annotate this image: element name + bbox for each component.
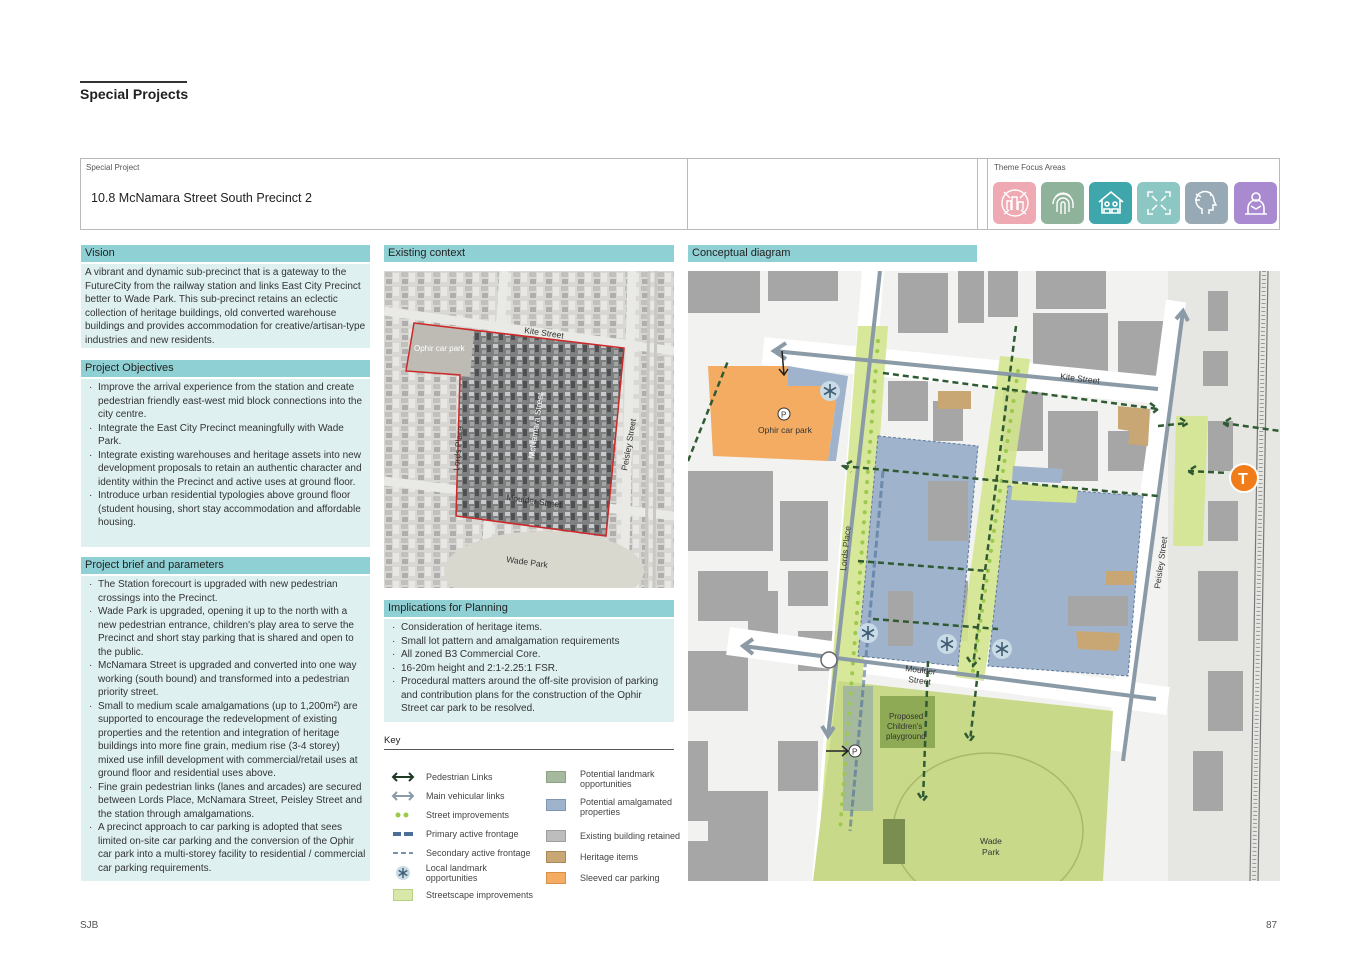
header-divider xyxy=(977,158,978,230)
existing-building-swatch xyxy=(546,829,566,842)
objective-item: Improve the arrival experience from the … xyxy=(85,381,366,422)
key-item: Potential landmark opportunities xyxy=(546,769,686,797)
page-title: Special Projects xyxy=(80,86,189,102)
heritage-swatch xyxy=(546,850,566,863)
key-item: Existing building retained xyxy=(546,825,686,846)
playground-label-line3: playground xyxy=(886,732,926,741)
objective-item: Integrate the East City Precinct meaning… xyxy=(85,422,366,449)
project-title: 10.8 McNamara Street South Precinct 2 xyxy=(91,191,312,205)
key-title: Key xyxy=(384,735,401,746)
concept-heading: Conceptual diagram xyxy=(688,245,977,262)
brief-list: The Station forecourt is upgraded with n… xyxy=(81,576,370,881)
swatch-lightgreen-icon xyxy=(390,889,416,901)
objectives-list: Improve the arrival experience from the … xyxy=(81,379,370,547)
parking-symbol: P xyxy=(852,748,857,757)
brief-item: Wade Park is upgraded, opening it up to … xyxy=(85,605,366,659)
objectives-heading: Project Objectives xyxy=(81,360,370,377)
ophir-car-park-label: Ophir car park xyxy=(758,425,813,435)
header-divider xyxy=(687,158,688,230)
brief-item: Small to medium scale amalgamations (up … xyxy=(85,700,366,781)
key-item: Streetscape improvements xyxy=(390,884,540,906)
playground-label-line2: Children's xyxy=(887,722,922,731)
special-project-label: Special Project xyxy=(86,163,140,172)
ophir-car-park-label: Ophir car park xyxy=(414,344,466,353)
landmark-swatch xyxy=(546,771,566,783)
implication-item: Consideration of heritage items. xyxy=(388,621,670,635)
objective-item: Integrate existing warehouses and herita… xyxy=(85,449,366,490)
implication-item: 16-20m height and 2:1-2.25:1 FSR. xyxy=(388,662,670,676)
fingerprint-icon xyxy=(1041,182,1084,224)
health-head-icon xyxy=(1185,182,1228,224)
brief-item: The Station forecourt is upgraded with n… xyxy=(85,578,366,605)
double-arrow-grey-icon xyxy=(390,790,416,802)
car-parking-swatch xyxy=(546,871,566,884)
implications-heading: Implications for Planning xyxy=(384,600,674,617)
vision-heading: Vision xyxy=(81,245,370,262)
key-item: Pedestrian Links xyxy=(390,767,540,786)
implication-item: Procedural matters around the off-site p… xyxy=(388,675,670,716)
vision-text-box: A vibrant and dynamic sub-precinct that … xyxy=(81,264,370,348)
key-item: Primary active frontage xyxy=(390,824,540,843)
brief-item: Fine grain pedestrian links (lanes and a… xyxy=(85,781,366,822)
dash-thick-blue-icon xyxy=(390,828,416,840)
train-station-icon: T xyxy=(1238,471,1248,488)
conceptual-diagram: P P T Ophir car park Kite Street Lords P… xyxy=(688,271,1280,881)
key-left-column: Pedestrian Links Main vehicular links St… xyxy=(390,767,540,906)
implication-item: Small lot pattern and amalgamation requi… xyxy=(388,635,670,649)
vision-text: A vibrant and dynamic sub-precinct that … xyxy=(85,267,366,346)
key-right-column: Potential landmark opportunities Potentia… xyxy=(546,769,686,888)
brief-item: McNamara Street is upgraded and converte… xyxy=(85,659,366,700)
implication-item: All zoned B3 Commercial Core. xyxy=(388,648,670,662)
key-item: Secondary active frontage xyxy=(390,843,540,862)
expand-frame-icon xyxy=(1137,182,1180,224)
existing-context-aerial-map: Kite Street Ophir car park Lords Place M… xyxy=(384,271,674,588)
brief-item: A precinct approach to car parking is ad… xyxy=(85,821,366,875)
key-item: Sleeved car parking xyxy=(546,867,686,888)
city-network-icon xyxy=(993,182,1036,224)
key-item: Potential amalgamated properties xyxy=(546,797,686,825)
key-item: Heritage items xyxy=(546,846,686,867)
footer-brand: SJB xyxy=(80,920,99,931)
housing-community-icon xyxy=(1089,182,1132,224)
asterisk-icon xyxy=(390,866,416,880)
brief-heading: Project brief and parameters xyxy=(81,557,370,574)
wade-park-label-line1: Wade xyxy=(980,836,1002,846)
key-item: Local landmark opportunities xyxy=(390,862,540,884)
double-arrow-dark-icon xyxy=(390,771,416,783)
existing-context-heading: Existing context xyxy=(384,245,674,262)
key-item: Street improvements xyxy=(390,805,540,824)
header-divider xyxy=(987,158,988,230)
dash-thin-blue-icon xyxy=(390,847,416,859)
theme-focus-label: Theme Focus Areas xyxy=(994,163,1066,172)
key-rule xyxy=(384,749,674,750)
wade-park-label-line2: Park xyxy=(982,847,1000,857)
dots-green-icon xyxy=(390,809,416,821)
amalgamated-swatch xyxy=(546,799,566,811)
title-rule xyxy=(80,81,187,83)
implications-list: Consideration of heritage items. Small l… xyxy=(384,619,674,722)
page-number: 87 xyxy=(1266,920,1278,931)
objective-item: Introduce urban residential typologies a… xyxy=(85,489,366,530)
education-person-icon xyxy=(1234,182,1277,224)
parking-symbol: P xyxy=(781,411,786,420)
key-item: Main vehicular links xyxy=(390,786,540,805)
playground-label-line1: Proposed xyxy=(889,712,923,721)
